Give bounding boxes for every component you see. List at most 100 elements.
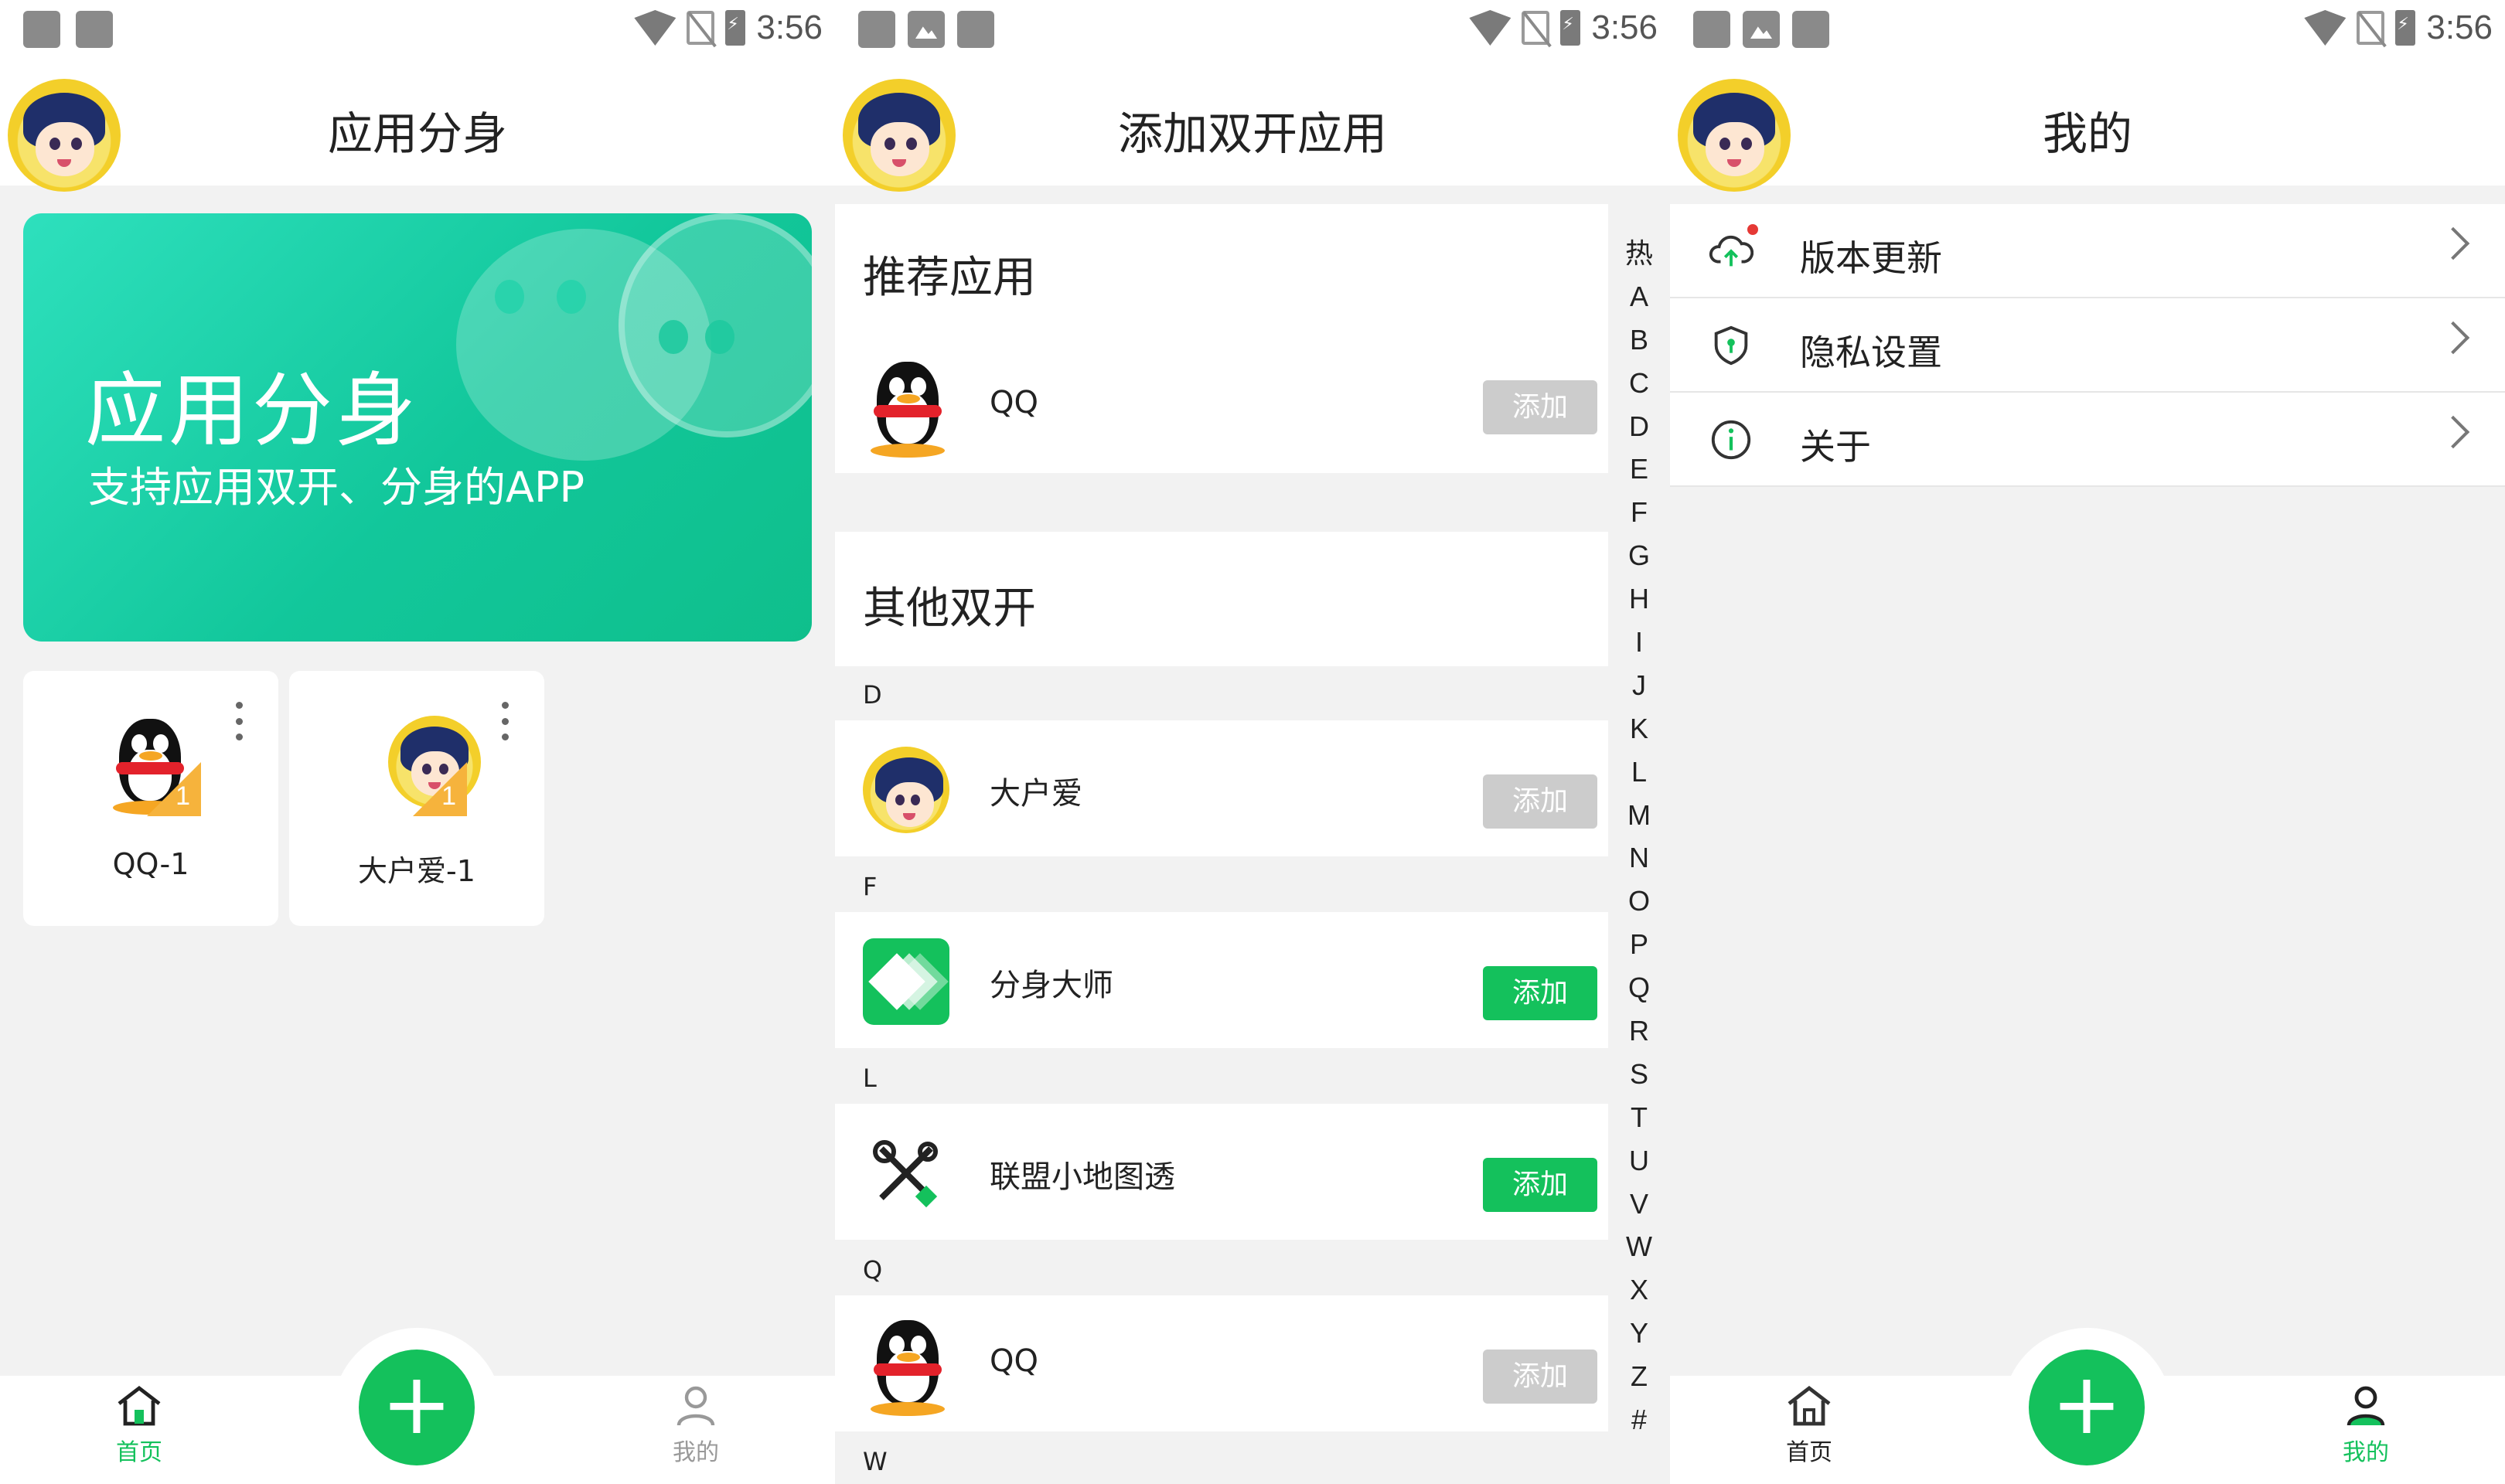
index-letter[interactable]: # <box>1608 1398 1670 1441</box>
notification-icon <box>1792 11 1829 48</box>
nav-home[interactable]: 首页 <box>77 1384 201 1467</box>
section-title: 其他双开 <box>863 584 1036 634</box>
image-icon <box>908 11 945 48</box>
screen-add-app: 3:56 添加双开应用 推荐应用 QQ 添加 其他双开 D 大户爱 <box>835 0 1670 1484</box>
clock: 3:56 <box>1591 9 1658 46</box>
chevron-right-icon <box>2436 321 2470 355</box>
index-letter[interactable]: H <box>1608 577 1670 621</box>
notification-icon <box>23 11 60 48</box>
clock: 3:56 <box>756 9 823 46</box>
index-letter[interactable]: A <box>1608 275 1670 318</box>
menu-item-update[interactable]: 版本更新 <box>1670 204 2505 298</box>
group-letter: F <box>863 872 878 901</box>
add-app-button[interactable]: + <box>359 1350 475 1465</box>
update-dot <box>1747 224 1758 235</box>
app-row: QQ 添加 <box>835 1295 1608 1431</box>
wifi-icon <box>2304 10 2347 46</box>
title-bar: 我的 <box>1670 56 2505 192</box>
screen-mine: 3:56 我的 版本更新 隐私设置 <box>1670 0 2505 1484</box>
home-icon <box>118 1385 161 1426</box>
menu-label: 版本更新 <box>1800 237 1942 279</box>
menu-item-privacy[interactable]: 隐私设置 <box>1670 298 2505 393</box>
cloned-app-card[interactable]: 1 QQ-1 <box>23 671 278 926</box>
index-letter[interactable]: E <box>1608 448 1670 491</box>
add-app-button[interactable]: + <box>2029 1350 2145 1465</box>
person-icon <box>2347 1386 2385 1426</box>
index-letter[interactable]: M <box>1608 794 1670 837</box>
nav-mine[interactable]: 我的 <box>2304 1384 2428 1467</box>
nav-home-label: 首页 <box>116 1439 162 1466</box>
menu-item-about[interactable]: 关于 <box>1670 393 2505 487</box>
index-letter[interactable]: N <box>1608 836 1670 880</box>
index-letter[interactable]: W <box>1608 1225 1670 1268</box>
status-bar: 3:56 <box>0 0 835 56</box>
wifi-icon <box>634 10 677 46</box>
app-name: QQ-1 <box>112 847 189 881</box>
index-letter[interactable]: U <box>1608 1139 1670 1183</box>
index-letter[interactable]: J <box>1608 664 1670 707</box>
index-letter[interactable]: K <box>1608 707 1670 751</box>
index-letter[interactable]: S <box>1608 1053 1670 1096</box>
index-letter[interactable]: I <box>1608 621 1670 664</box>
status-bar: 3:56 <box>1670 0 2505 56</box>
nav-mine-label: 我的 <box>673 1439 719 1466</box>
clock: 3:56 <box>2426 9 2493 46</box>
nav-home-label: 首页 <box>1786 1439 1832 1466</box>
index-letter[interactable]: P <box>1608 923 1670 966</box>
page-title: 添加双开应用 <box>1117 107 1387 160</box>
more-options-icon[interactable] <box>235 702 243 740</box>
app-name: QQ <box>990 385 1038 420</box>
app-row: QQ 添加 <box>835 337 1608 473</box>
status-bar: 3:56 <box>835 0 1670 56</box>
app-row: 大户爱 添加 <box>835 720 1608 856</box>
group-letter: D <box>863 680 882 710</box>
index-letter[interactable]: G <box>1608 534 1670 577</box>
index-letter[interactable]: F <box>1608 491 1670 534</box>
app-name: 大户爱-1 <box>358 854 475 888</box>
cloned-app-card[interactable]: 1 大户爱-1 <box>289 671 544 926</box>
group-letter: W <box>863 1447 888 1476</box>
index-letter[interactable]: V <box>1608 1183 1670 1226</box>
index-letter[interactable]: Q <box>1608 966 1670 1009</box>
screen-home: 3:56 应用分身 应用分身 支持应用双开、分身的APP 1 QQ-1 <box>0 0 835 1484</box>
group-letter: L <box>863 1064 877 1093</box>
add-button[interactable]: 添加 <box>1483 774 1597 829</box>
anime-avatar-icon: 1 <box>366 716 481 816</box>
index-letter[interactable]: L <box>1608 751 1670 794</box>
notification-icon <box>76 11 113 48</box>
info-icon <box>1711 420 1751 460</box>
battery-charging-icon <box>2395 10 2416 46</box>
index-letter[interactable]: 热 <box>1608 232 1670 275</box>
no-sim-icon <box>1522 11 1550 45</box>
app-name: 联盟小地图透 <box>990 1159 1175 1195</box>
shield-icon <box>1714 325 1748 366</box>
nav-mine[interactable]: 我的 <box>634 1384 758 1467</box>
index-letter[interactable]: C <box>1608 362 1670 405</box>
add-button[interactable]: 添加 <box>1483 966 1597 1020</box>
promo-banner: 应用分身 支持应用双开、分身的APP <box>23 213 812 642</box>
more-options-icon[interactable] <box>501 702 509 740</box>
index-letter[interactable]: X <box>1608 1268 1670 1312</box>
notification-icon <box>858 11 895 48</box>
index-letter[interactable]: D <box>1608 405 1670 448</box>
add-button[interactable]: 添加 <box>1483 1158 1597 1212</box>
tools-icon <box>863 1130 949 1217</box>
wifi-icon <box>1469 10 1512 46</box>
index-letter[interactable]: Z <box>1608 1355 1670 1398</box>
index-letter[interactable]: Y <box>1608 1312 1670 1355</box>
title-bar: 添加双开应用 <box>835 56 1670 192</box>
index-letter[interactable]: T <box>1608 1096 1670 1139</box>
add-button[interactable]: 添加 <box>1483 1350 1597 1404</box>
title-bar: 应用分身 <box>0 56 835 192</box>
index-letter[interactable]: R <box>1608 1009 1670 1053</box>
menu-label: 关于 <box>1800 426 1871 468</box>
index-letter[interactable]: O <box>1608 880 1670 923</box>
no-sim-icon <box>687 11 715 45</box>
alphabet-index-bar[interactable]: 热 A B C D E F G H I J K L M N O P Q R S T U V W X Y Z # <box>1608 232 1670 1441</box>
index-letter[interactable]: B <box>1608 318 1670 362</box>
no-sim-icon <box>2357 11 2385 45</box>
add-button[interactable]: 添加 <box>1483 380 1597 434</box>
nav-mine-label: 我的 <box>2343 1439 2389 1466</box>
nav-home[interactable]: 首页 <box>1747 1384 1871 1467</box>
group-letter: Q <box>863 1255 883 1285</box>
